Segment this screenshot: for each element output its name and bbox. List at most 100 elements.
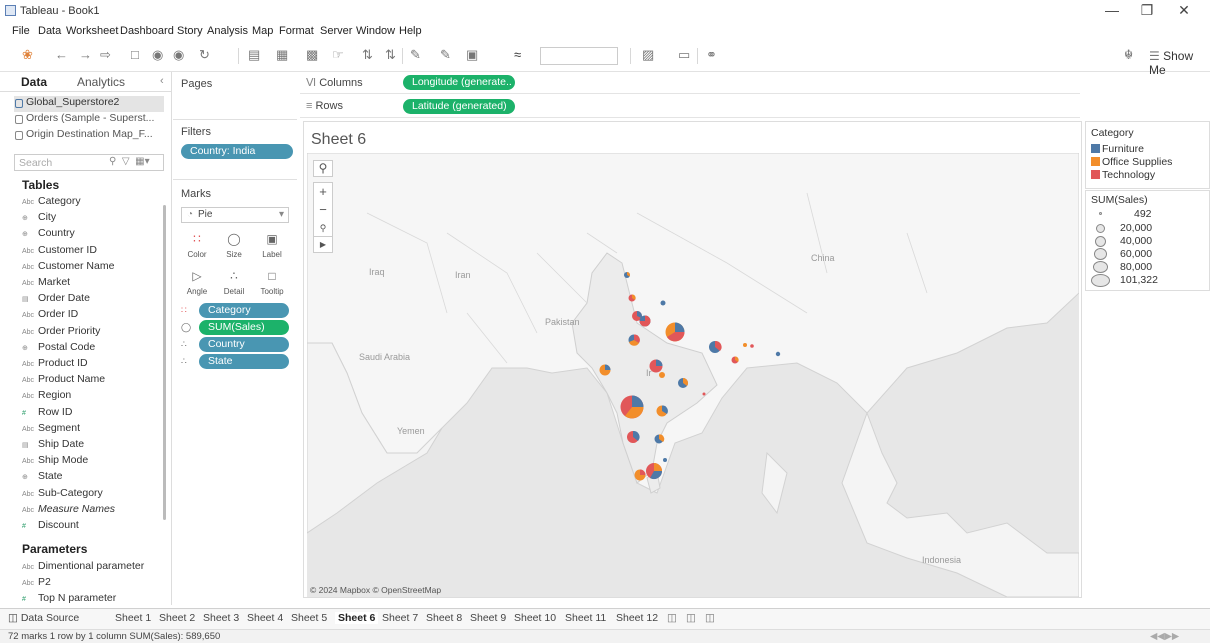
legend-furniture[interactable]: Furniture xyxy=(1102,143,1144,155)
datasource-item[interactable]: Global_Superstore2 xyxy=(14,96,164,112)
menu-worksheet[interactable]: Worksheet xyxy=(66,25,118,37)
datasource-icon[interactable]: ⇨ xyxy=(100,47,111,63)
pie-mark[interactable] xyxy=(678,378,688,388)
menu-format[interactable]: Format xyxy=(279,25,314,37)
tab-sheet-6[interactable]: Sheet 6 xyxy=(335,612,379,624)
marks-detail-button[interactable]: ∴ Detail xyxy=(219,265,249,301)
pie-mark[interactable] xyxy=(660,300,666,306)
back-icon[interactable]: ← xyxy=(55,47,68,62)
columns-shelf[interactable]: Ⅵ Columns Longitude (generate.. xyxy=(300,72,1080,94)
field-item[interactable]: # Row ID xyxy=(22,406,72,421)
annotate-icon[interactable]: ✎ xyxy=(440,47,451,63)
legend-technology[interactable]: Technology xyxy=(1102,169,1155,181)
zoom-out-button[interactable]: − xyxy=(314,201,332,219)
pin-map-icon[interactable]: ⚲ xyxy=(314,219,332,237)
field-item[interactable]: Abc Order Priority xyxy=(22,325,100,340)
menu-story[interactable]: Story xyxy=(177,25,203,37)
map-canvas[interactable]: Iraq Iran Pakistan Saudi Arabia Yemen Ch… xyxy=(307,153,1079,597)
tab-data[interactable]: Data xyxy=(21,75,47,89)
datasource-item[interactable]: Origin Destination Map_F... xyxy=(14,128,153,144)
tab-sheet-12[interactable]: Sheet 12 xyxy=(616,612,658,624)
office-supplies-swatch[interactable] xyxy=(1091,157,1100,166)
pie-mark[interactable] xyxy=(620,395,644,419)
sort-desc-icon[interactable]: ⇅ xyxy=(385,47,396,63)
field-item[interactable]: Abc Product Name xyxy=(22,373,105,388)
rows-shelf[interactable]: ≡ Rows Latitude (generated) xyxy=(300,96,1080,118)
zoom-in-button[interactable]: + xyxy=(314,183,332,201)
tab-sheet-1[interactable]: Sheet 1 xyxy=(115,612,151,624)
pin-icon[interactable]: ☬ xyxy=(1124,47,1133,63)
field-item[interactable]: Abc Segment xyxy=(22,422,80,437)
device-preview-icon[interactable]: ▭ xyxy=(678,47,690,63)
tab-analytics[interactable]: Analytics xyxy=(77,75,125,89)
clear-icon[interactable]: ▩ xyxy=(306,47,318,63)
forward-icon[interactable]: → xyxy=(79,47,92,62)
field-item[interactable]: Abc Measure Names xyxy=(22,503,115,518)
pie-mark[interactable] xyxy=(646,463,663,480)
sheet-nav-icon[interactable]: ◀◀▶▶ xyxy=(1150,631,1179,642)
field-item[interactable]: ⊕ Country xyxy=(22,227,75,242)
tableau-home-icon[interactable]: ❀ xyxy=(22,47,33,63)
tab-sheet-9[interactable]: Sheet 9 xyxy=(470,612,506,624)
marks-color-button[interactable]: ∷ Color xyxy=(182,228,212,264)
pie-mark[interactable] xyxy=(702,392,706,396)
tab-sheet-7[interactable]: Sheet 7 xyxy=(382,612,418,624)
field-item[interactable]: Abc Category xyxy=(22,195,81,210)
marks-size-button[interactable]: ◯ Size xyxy=(219,228,249,264)
field-item[interactable]: Abc Product ID xyxy=(22,357,88,372)
minimize-icon[interactable]: — xyxy=(1097,2,1127,18)
mark-type-dropdown[interactable]: Pie ▾ ◔ xyxy=(181,207,289,223)
field-item[interactable]: Abc Market xyxy=(22,276,70,291)
columns-pill-longitude[interactable]: Longitude (generate.. xyxy=(403,75,515,90)
datasource-item[interactable]: Orders (Sample - Superst... xyxy=(14,112,154,128)
menu-window[interactable]: Window xyxy=(356,25,395,37)
menu-map[interactable]: Map xyxy=(252,25,273,37)
pie-mark[interactable] xyxy=(624,272,631,278)
field-item[interactable]: Abc Customer Name xyxy=(22,260,114,275)
map-attribution[interactable]: © 2024 Mapbox © OpenStreetMap xyxy=(310,585,441,595)
collapse-pane-icon[interactable]: ‹ xyxy=(160,75,164,87)
duplicate-icon[interactable]: ▦ xyxy=(276,47,288,63)
tab-sheet-3[interactable]: Sheet 3 xyxy=(203,612,239,624)
pie-mark[interactable] xyxy=(659,372,665,378)
menu-dashboard[interactable]: Dashboard xyxy=(120,25,174,37)
share-icon[interactable]: ⚭ xyxy=(706,47,717,63)
menu-server[interactable]: Server xyxy=(320,25,352,37)
tab-sheet-8[interactable]: Sheet 8 xyxy=(426,612,462,624)
menu-data[interactable]: Data xyxy=(38,25,61,37)
pie-mark[interactable] xyxy=(599,364,611,376)
tab-sheet-10[interactable]: Sheet 10 xyxy=(514,612,556,624)
marks-pill-sum-sales[interactable]: SUM(Sales) xyxy=(199,320,289,335)
marks-pill-category[interactable]: Category xyxy=(199,303,289,318)
parameter-item[interactable]: # Top N parameter xyxy=(22,592,116,607)
parameter-item[interactable]: Abc P2 xyxy=(22,576,51,591)
marks-label-button[interactable]: ▣ Label xyxy=(257,228,287,264)
save-icon[interactable]: □ xyxy=(131,47,139,62)
tab-sheet-2[interactable]: Sheet 2 xyxy=(159,612,195,624)
menu-file[interactable]: File xyxy=(12,25,30,37)
field-item[interactable]: Abc Ship Mode xyxy=(22,454,88,469)
data-source-tab[interactable]: ◫ Data Source xyxy=(8,612,79,624)
new-dashboard-icon[interactable]: ◫ xyxy=(686,612,696,624)
pie-mark[interactable] xyxy=(743,343,747,347)
marks-tooltip-button[interactable]: □ Tooltip xyxy=(257,265,287,301)
new-sheet-icon[interactable]: ◉ xyxy=(173,47,184,63)
filter-pill-country[interactable]: Country: India xyxy=(181,144,293,159)
tab-sheet-4[interactable]: Sheet 4 xyxy=(247,612,283,624)
pie-mark[interactable] xyxy=(663,458,667,462)
close-icon[interactable]: ✕ xyxy=(1169,2,1199,19)
legend-office-supplies[interactable]: Office Supplies xyxy=(1102,156,1172,168)
pie-mark[interactable] xyxy=(634,469,646,481)
tab-sheet-5[interactable]: Sheet 5 xyxy=(291,612,327,624)
presentation-icon[interactable]: ▨ xyxy=(642,47,654,63)
pie-mark[interactable] xyxy=(665,322,685,342)
highlight-icon[interactable]: ☞ xyxy=(332,47,344,63)
pie-mark[interactable] xyxy=(639,315,651,327)
pie-mark[interactable] xyxy=(750,344,754,348)
swap-icon[interactable]: ▤ xyxy=(248,47,260,63)
map-tools-arrow[interactable]: ▶ xyxy=(313,236,333,253)
field-list-scrollbar[interactable] xyxy=(163,205,166,520)
field-item[interactable]: ▤ Order Date xyxy=(22,292,90,307)
sort-asc-icon[interactable]: ⇅ xyxy=(362,47,373,63)
pen-icon[interactable]: ✎ xyxy=(410,47,421,63)
